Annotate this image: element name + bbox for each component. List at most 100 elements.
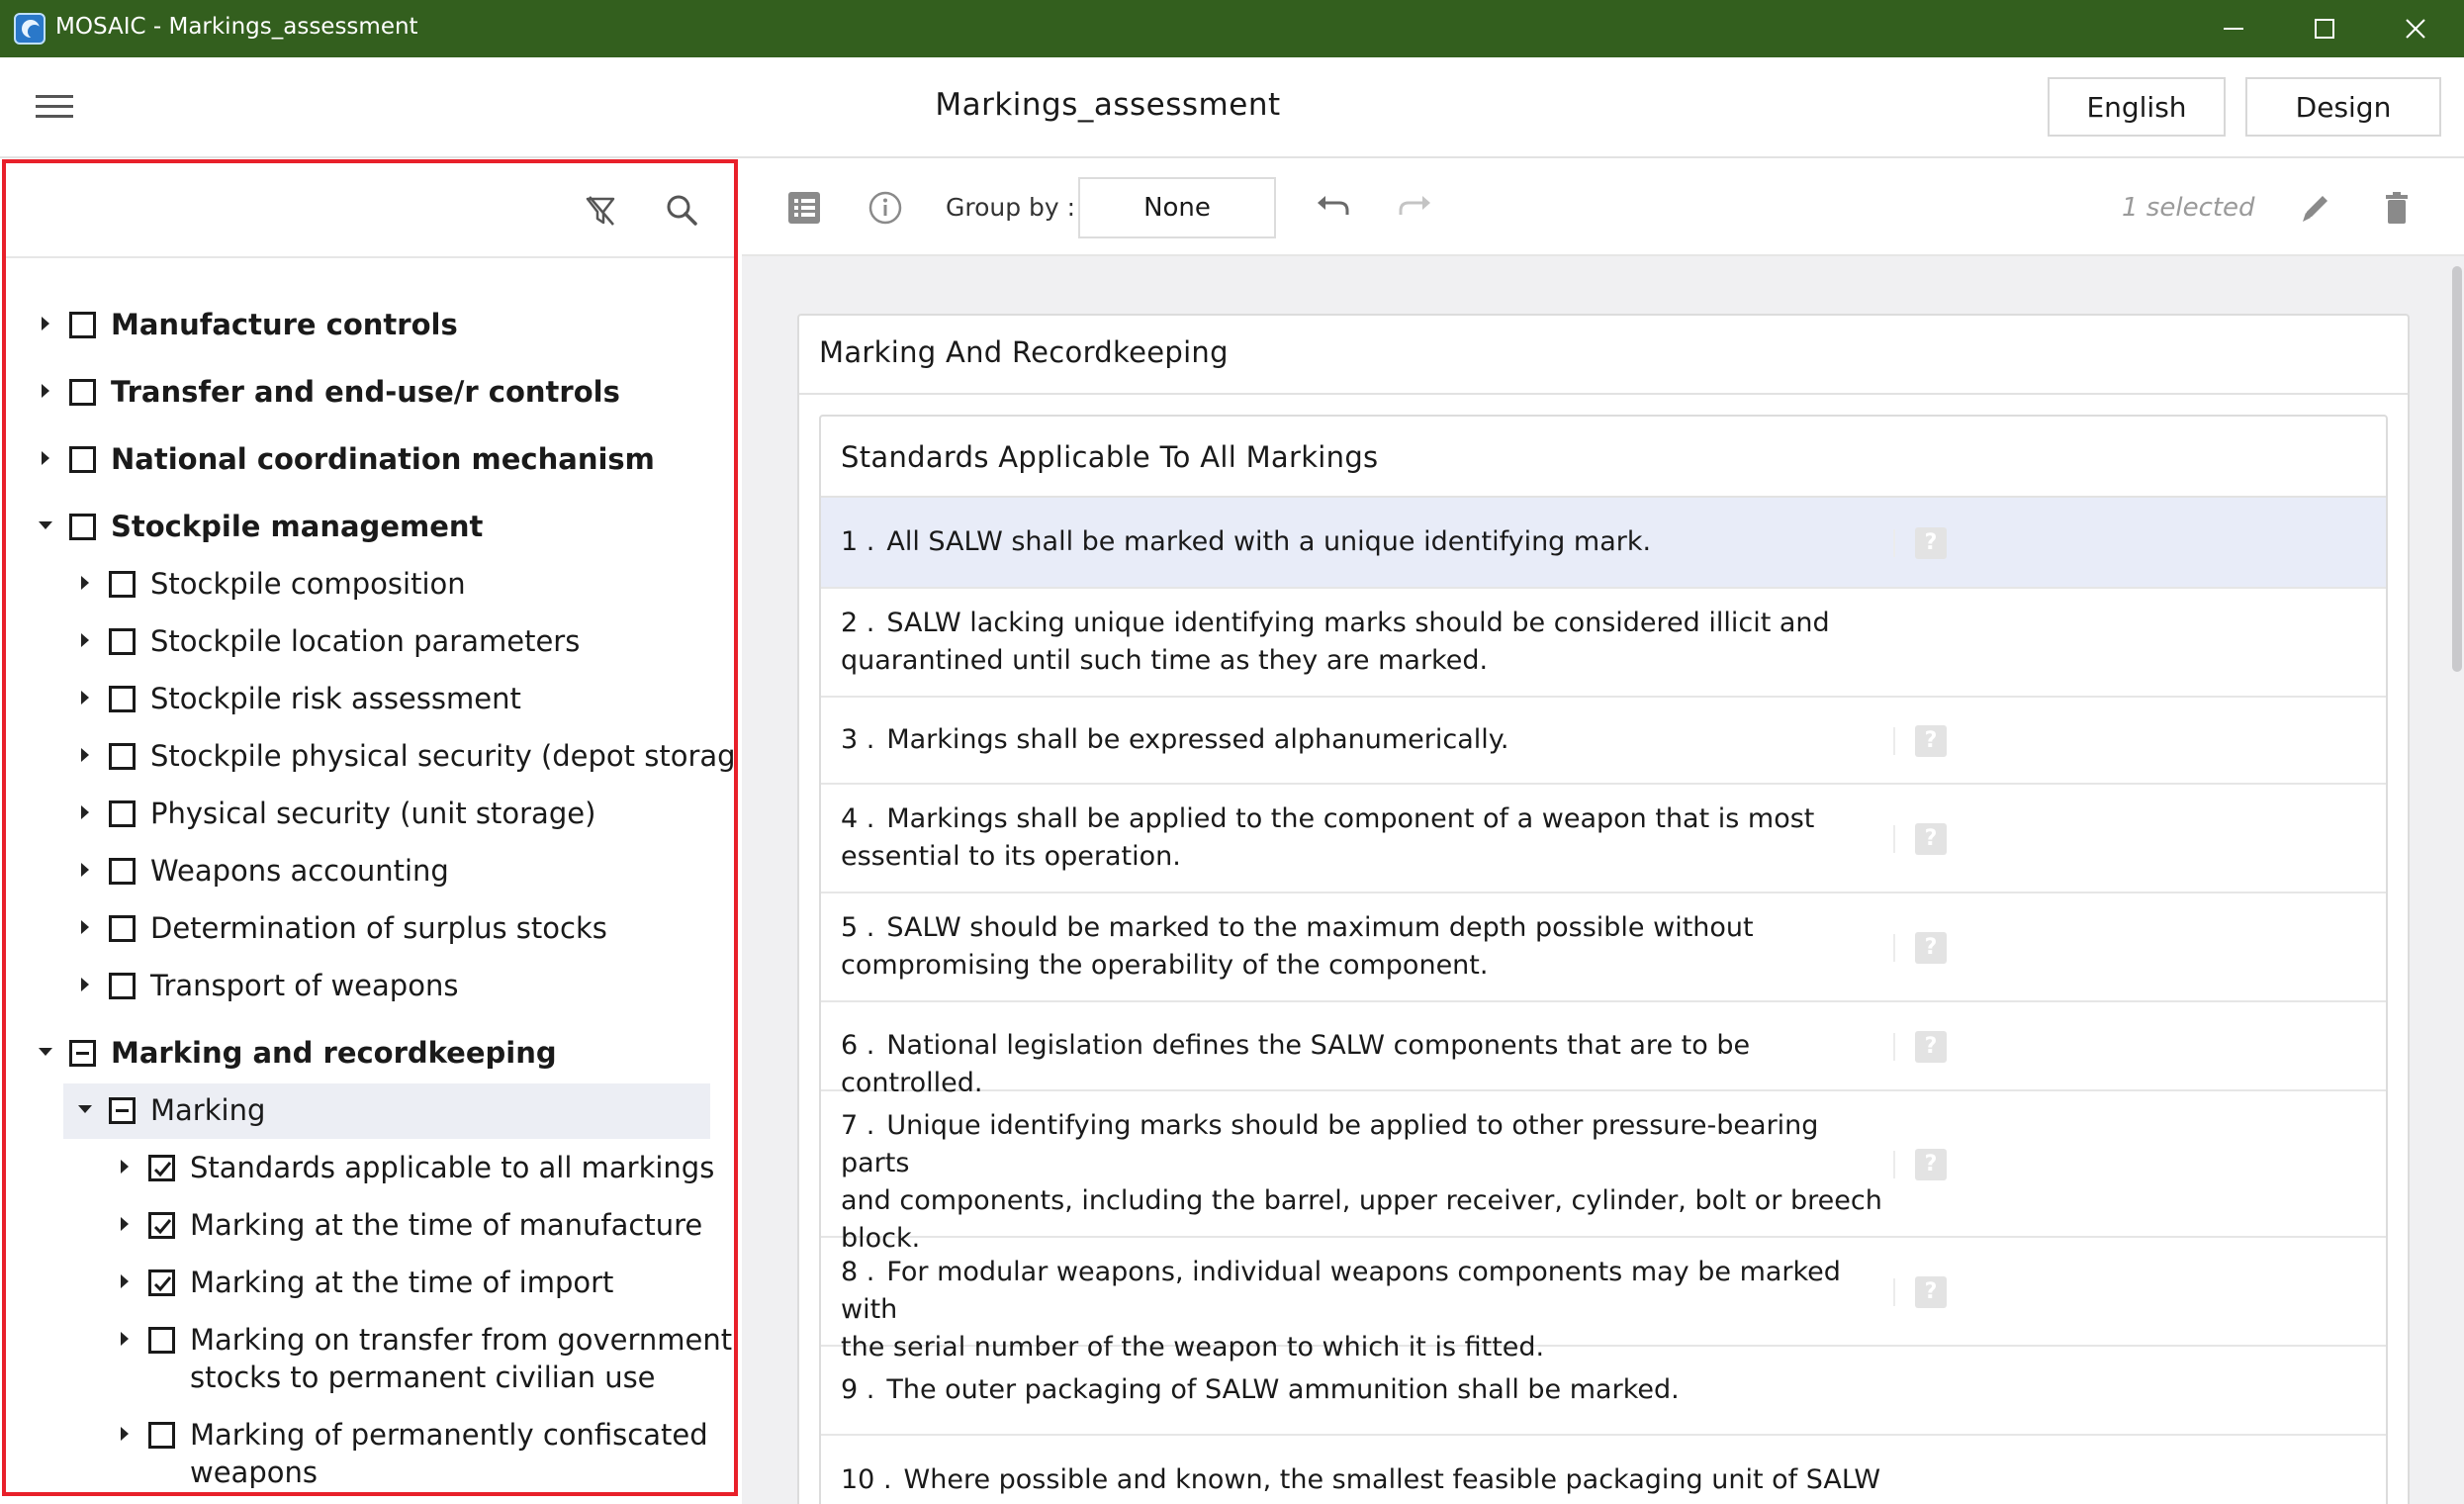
caret-right-icon[interactable] bbox=[36, 381, 55, 401]
tree-node-checkbox[interactable] bbox=[69, 312, 96, 338]
tree-node-checkbox[interactable] bbox=[69, 446, 96, 473]
tree-node-checkbox[interactable] bbox=[148, 1422, 175, 1449]
caret-right-icon[interactable] bbox=[75, 745, 95, 765]
tree-node-label-line2: stocks to permanent civilian use bbox=[190, 1361, 656, 1394]
group-by-select[interactable]: None bbox=[1078, 177, 1276, 238]
question-row[interactable]: 9 . The outer packaging of SALW ammunitio… bbox=[821, 1347, 2386, 1436]
question-row[interactable]: 6 . National legislation defines the SALW… bbox=[821, 1002, 2386, 1098]
caret-right-icon[interactable] bbox=[75, 573, 95, 593]
maximize-icon bbox=[2315, 19, 2334, 39]
tree-node[interactable]: Transfer and end-use/r controls bbox=[6, 365, 734, 421]
caret-right-icon[interactable] bbox=[36, 448, 55, 468]
tree-node[interactable]: Marking bbox=[63, 1083, 710, 1139]
help-icon[interactable]: ? bbox=[1915, 1276, 1947, 1308]
maximize-button[interactable] bbox=[2285, 0, 2364, 57]
caret-right-icon[interactable] bbox=[75, 630, 95, 650]
redo-icon[interactable] bbox=[1395, 189, 1432, 227]
title-bar: MOSAIC - Markings_assessment bbox=[0, 0, 2464, 57]
tree-node-label: Marking at the time of manufacture bbox=[190, 1208, 703, 1242]
question-row[interactable]: 8 . For modular weapons, individual weapo… bbox=[821, 1238, 2386, 1363]
close-button[interactable] bbox=[2376, 0, 2455, 57]
tree-node[interactable]: Marking on transfer from government stock… bbox=[6, 1313, 734, 1394]
help-icon[interactable]: ? bbox=[1915, 932, 1947, 964]
tree-node[interactable]: Physical security (unit storage) bbox=[6, 787, 734, 842]
caret-right-icon[interactable] bbox=[115, 1214, 135, 1234]
tree-node[interactable]: National coordination mechanism bbox=[6, 432, 734, 488]
tree-node[interactable]: Stockpile management bbox=[6, 500, 734, 555]
tree-node-checkbox[interactable] bbox=[148, 1212, 175, 1239]
caret-right-icon[interactable] bbox=[75, 860, 95, 880]
tree-node[interactable]: Marking and recordkeeping bbox=[6, 1026, 734, 1081]
caret-right-icon[interactable] bbox=[75, 975, 95, 994]
tree-node-label: Marking at the time of import bbox=[190, 1266, 614, 1299]
tree-node-checkbox[interactable] bbox=[148, 1155, 175, 1181]
caret-right-icon[interactable] bbox=[115, 1157, 135, 1176]
caret-down-icon[interactable] bbox=[36, 1042, 55, 1062]
tree-node-label: Determination of surplus stocks bbox=[150, 911, 607, 945]
tree-node[interactable]: Marking of permanently confiscated weapon… bbox=[6, 1408, 734, 1489]
search-icon[interactable] bbox=[663, 191, 702, 231]
undo-icon[interactable] bbox=[1314, 189, 1351, 227]
help-icon[interactable]: ? bbox=[1915, 823, 1947, 855]
tree-node-checkbox[interactable] bbox=[148, 1269, 175, 1296]
question-row[interactable]: 3 . Markings shall be expressed alphanume… bbox=[821, 698, 2386, 785]
help-icon[interactable]: ? bbox=[1915, 1031, 1947, 1063]
question-row[interactable]: 5 . SALW should be marked to the maximum … bbox=[821, 893, 2386, 1002]
help-icon[interactable]: ? bbox=[1915, 1149, 1947, 1180]
tree-node[interactable]: Weapons accounting bbox=[6, 844, 734, 899]
language-button[interactable]: English bbox=[2048, 77, 2226, 137]
content-scrollbar[interactable] bbox=[2450, 256, 2464, 1504]
tree-node-checkbox[interactable] bbox=[109, 973, 136, 999]
info-icon[interactable] bbox=[867, 189, 904, 227]
tree-node-checkbox[interactable] bbox=[109, 858, 136, 885]
minimize-button[interactable] bbox=[2194, 0, 2273, 57]
caret-right-icon[interactable] bbox=[115, 1329, 135, 1349]
help-icon[interactable]: ? bbox=[1915, 725, 1947, 757]
question-row[interactable]: 1 . All SALW shall be marked with a uniqu… bbox=[821, 498, 2386, 589]
tree-node-checkbox[interactable] bbox=[109, 915, 136, 942]
caret-right-icon[interactable] bbox=[115, 1424, 135, 1444]
tree-node[interactable]: Manufacture controls bbox=[6, 298, 734, 353]
tree-node[interactable]: Transport of weapons bbox=[6, 959, 734, 1014]
question-number: 1 . bbox=[841, 526, 875, 557]
question-line: essential to its operation. bbox=[841, 841, 1181, 872]
tree-node-checkbox[interactable] bbox=[109, 800, 136, 827]
tree-node-checkbox[interactable] bbox=[69, 514, 96, 540]
tree-node[interactable]: Marking at the time of manufacture bbox=[6, 1198, 734, 1254]
tree-node[interactable]: Stockpile physical security (depot stora… bbox=[6, 729, 734, 785]
tree-node[interactable]: Marking at the time of import bbox=[6, 1256, 734, 1311]
tree-node[interactable]: Stockpile risk assessment bbox=[6, 672, 734, 727]
tree-node-checkbox[interactable] bbox=[109, 628, 136, 655]
trash-icon[interactable] bbox=[2378, 189, 2416, 227]
scrollbar-thumb[interactable] bbox=[2452, 266, 2462, 672]
list-view-icon[interactable] bbox=[785, 189, 823, 227]
tree-node-checkbox[interactable] bbox=[109, 686, 136, 712]
tree-node[interactable]: Standards applicable to all markings bbox=[6, 1141, 734, 1196]
question-row[interactable]: 2 . SALW lacking unique identifying marks… bbox=[821, 589, 2386, 698]
question-row[interactable]: 4 . Markings shall be applied to the comp… bbox=[821, 785, 2386, 893]
tree-node-checkbox[interactable] bbox=[109, 743, 136, 770]
caret-right-icon[interactable] bbox=[75, 802, 95, 822]
caret-down-icon[interactable] bbox=[36, 516, 55, 535]
caret-right-icon[interactable] bbox=[115, 1271, 135, 1291]
tree-node[interactable]: Stockpile composition bbox=[6, 557, 734, 612]
caret-right-icon[interactable] bbox=[75, 688, 95, 707]
question-line: Where possible and known, the smallest f… bbox=[903, 1464, 1881, 1495]
tree-node-checkbox[interactable] bbox=[148, 1327, 175, 1354]
tree-node-label: Stockpile risk assessment bbox=[150, 682, 521, 715]
caret-right-icon[interactable] bbox=[75, 917, 95, 937]
tree-node-checkbox[interactable] bbox=[69, 1040, 96, 1067]
tree-node-checkbox[interactable] bbox=[69, 379, 96, 406]
caret-right-icon[interactable] bbox=[36, 314, 55, 333]
design-mode-button[interactable]: Design bbox=[2245, 77, 2441, 137]
pencil-icon[interactable] bbox=[2297, 189, 2334, 227]
caret-down-icon[interactable] bbox=[75, 1099, 95, 1119]
tree-node-checkbox[interactable] bbox=[109, 571, 136, 598]
tree-node[interactable]: Stockpile location parameters bbox=[6, 614, 734, 670]
tree-node-checkbox[interactable] bbox=[109, 1097, 136, 1124]
question-row[interactable]: 7 . Unique identifying marks should be ap… bbox=[821, 1091, 2386, 1254]
tree-node[interactable]: Determination of surplus stocks bbox=[6, 901, 734, 957]
filter-clear-icon[interactable] bbox=[582, 191, 621, 231]
help-icon[interactable]: ? bbox=[1915, 527, 1947, 559]
question-row[interactable]: 10 . Where possible and known, the smalle… bbox=[821, 1436, 2386, 1504]
